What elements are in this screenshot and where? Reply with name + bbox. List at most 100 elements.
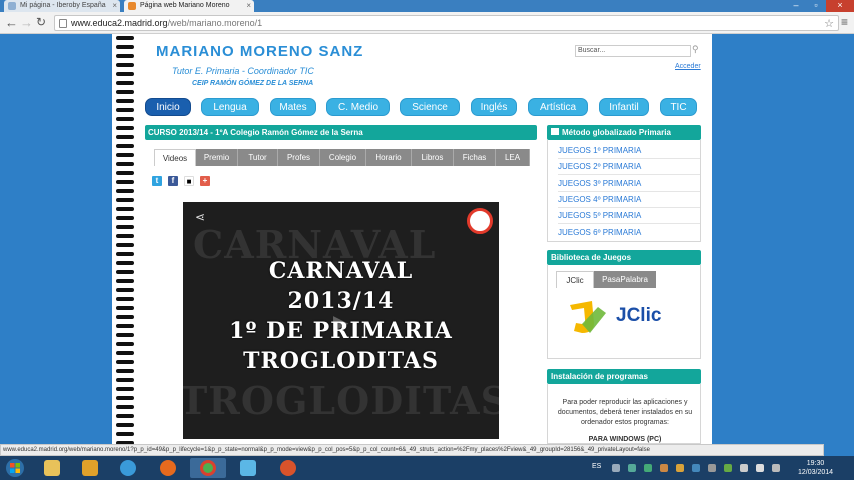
games-link-5[interactable]: JUEGOS 5º PRIMARIA: [558, 208, 700, 224]
close-icon[interactable]: ×: [246, 1, 251, 10]
back-arrow-icon[interactable]: ←: [5, 15, 18, 30]
spiral-ring: [116, 234, 134, 238]
tray-app-icon[interactable]: [628, 464, 636, 472]
school-name: CEIP RAMÓN GÓMEZ DE LA SERNA: [192, 80, 314, 87]
delicious-icon[interactable]: ■: [184, 176, 194, 186]
taskbar-media[interactable]: [72, 458, 108, 478]
taskbar-firefox[interactable]: [150, 458, 186, 478]
window-close-icon[interactable]: ×: [826, 0, 854, 12]
video-title-line: TROGLODITAS: [243, 348, 439, 374]
tab-lea[interactable]: LEA: [496, 149, 530, 166]
browser-tab-2[interactable]: Página web Mariano Moreno ×: [124, 0, 254, 12]
spiral-ring: [116, 279, 134, 283]
tab-profes[interactable]: Profes: [278, 149, 320, 166]
tab-horario[interactable]: Horario: [366, 149, 412, 166]
channel-logo-icon[interactable]: [467, 208, 493, 234]
volume-icon[interactable]: [772, 464, 780, 472]
url-host: www.educa2.madrid.org: [71, 18, 168, 28]
tab-tutor[interactable]: Tutor: [238, 149, 278, 166]
tab-videos[interactable]: Videos: [154, 149, 196, 166]
spiral-ring: [116, 99, 134, 103]
menu-icon[interactable]: ≡: [841, 15, 848, 29]
taskbar-ie[interactable]: [110, 458, 146, 478]
clock-date: 12/03/2014: [798, 469, 834, 476]
bookmark-star-icon[interactable]: ☆: [824, 17, 834, 30]
browser-tab-1[interactable]: Mi página - Iberoby España ×: [4, 0, 120, 12]
notebook-spiral: [112, 34, 134, 444]
windows-start-icon: [6, 459, 24, 477]
nav-infantil[interactable]: Infantil: [599, 98, 649, 116]
spiral-ring: [116, 297, 134, 301]
close-icon[interactable]: ×: [112, 1, 117, 10]
tray-app-icon[interactable]: [708, 464, 716, 472]
spiral-ring: [116, 72, 134, 76]
video-player[interactable]: CARNAVAL TROGLODITAS ⋖ CARNAVAL 2013/14 …: [183, 202, 499, 439]
recorder-icon: [280, 460, 296, 476]
network-icon[interactable]: [740, 464, 748, 472]
tab-title: Mi página - Iberoby España: [20, 2, 106, 9]
spiral-ring: [116, 342, 134, 346]
nav-science[interactable]: Science: [400, 98, 460, 116]
spiral-ring: [116, 216, 134, 220]
tray-app-icon[interactable]: [692, 464, 700, 472]
nav-c-medio[interactable]: C. Medio: [326, 98, 390, 116]
nav-tic[interactable]: TIC: [660, 98, 697, 116]
tab-colegio[interactable]: Colegio: [320, 149, 366, 166]
taskbar-app[interactable]: [270, 458, 306, 478]
video-title-line: CARNAVAL: [268, 258, 414, 284]
tab-libros[interactable]: Libros: [412, 149, 454, 166]
clock[interactable]: 19:30 12/03/2014: [798, 459, 833, 477]
tab-premio[interactable]: Premio: [196, 149, 238, 166]
media-player-icon: [82, 460, 98, 476]
games-link-1[interactable]: JUEGOS 1º PRIMARIA: [558, 143, 700, 159]
grid-icon: [551, 128, 559, 135]
address-bar[interactable]: www.educa2.madrid.org/web/mariano.moreno…: [54, 15, 839, 31]
nav-ingles[interactable]: Inglés: [471, 98, 517, 116]
nav-mates[interactable]: Mates: [270, 98, 316, 116]
tray-app-icon[interactable]: [676, 464, 684, 472]
taskbar-notes[interactable]: [230, 458, 266, 478]
maximize-icon[interactable]: ▫: [806, 0, 826, 12]
taskbar-explorer[interactable]: [34, 458, 70, 478]
nav-inicio[interactable]: Inicio: [145, 98, 191, 116]
spiral-ring: [116, 396, 134, 400]
games-link-4[interactable]: JUEGOS 4º PRIMARIA: [558, 192, 700, 208]
tray-app-icon[interactable]: [660, 464, 668, 472]
language-indicator[interactable]: ES: [592, 463, 601, 470]
spiral-ring: [116, 432, 134, 436]
clock-time: 19:30: [806, 460, 825, 467]
add-share-icon[interactable]: +: [200, 176, 210, 186]
reload-icon[interactable]: ↻: [36, 15, 46, 29]
tab-title: Página web Mariano Moreno: [140, 2, 230, 9]
twitter-icon[interactable]: t: [152, 176, 162, 186]
forward-arrow-icon[interactable]: →: [20, 15, 33, 30]
games-link-3[interactable]: JUEGOS 3º PRIMARIA: [558, 176, 700, 192]
start-button[interactable]: [0, 458, 30, 478]
tray-app-icon[interactable]: [644, 464, 652, 472]
share-icon[interactable]: ⋖: [195, 210, 205, 224]
search-input[interactable]: Buscar...: [575, 45, 691, 57]
games-link-2[interactable]: JUEGOS 2º PRIMARIA: [558, 159, 700, 175]
login-link[interactable]: Acceder: [675, 63, 701, 70]
tray-app-icon[interactable]: [724, 464, 732, 472]
jclic-logo[interactable]: JClic: [568, 299, 678, 339]
tab-fichas[interactable]: Fichas: [454, 149, 496, 166]
tab-pasapalabra[interactable]: PasaPalabra: [594, 271, 656, 288]
tab-jclic[interactable]: JClic: [556, 271, 594, 288]
page-viewport: MARIANO MORENO SANZ Tutor E. Primaria - …: [0, 34, 854, 444]
spiral-ring: [116, 162, 134, 166]
search-icon[interactable]: ⚲: [692, 44, 699, 55]
facebook-icon[interactable]: f: [168, 176, 178, 186]
play-icon[interactable]: ▶: [333, 310, 348, 335]
games-link-6[interactable]: JUEGOS 6º PRIMARIA: [558, 225, 700, 241]
tray-arrow-icon[interactable]: [612, 464, 620, 472]
nav-artistica[interactable]: Artística: [528, 98, 588, 116]
spiral-ring: [116, 36, 134, 40]
flag-icon[interactable]: [756, 464, 764, 472]
chrome-icon: [200, 460, 216, 476]
taskbar-chrome[interactable]: [190, 458, 226, 478]
nav-lengua[interactable]: Lengua: [201, 98, 259, 116]
minimize-icon[interactable]: –: [786, 0, 806, 12]
spiral-ring: [116, 144, 134, 148]
spiral-ring: [116, 324, 134, 328]
